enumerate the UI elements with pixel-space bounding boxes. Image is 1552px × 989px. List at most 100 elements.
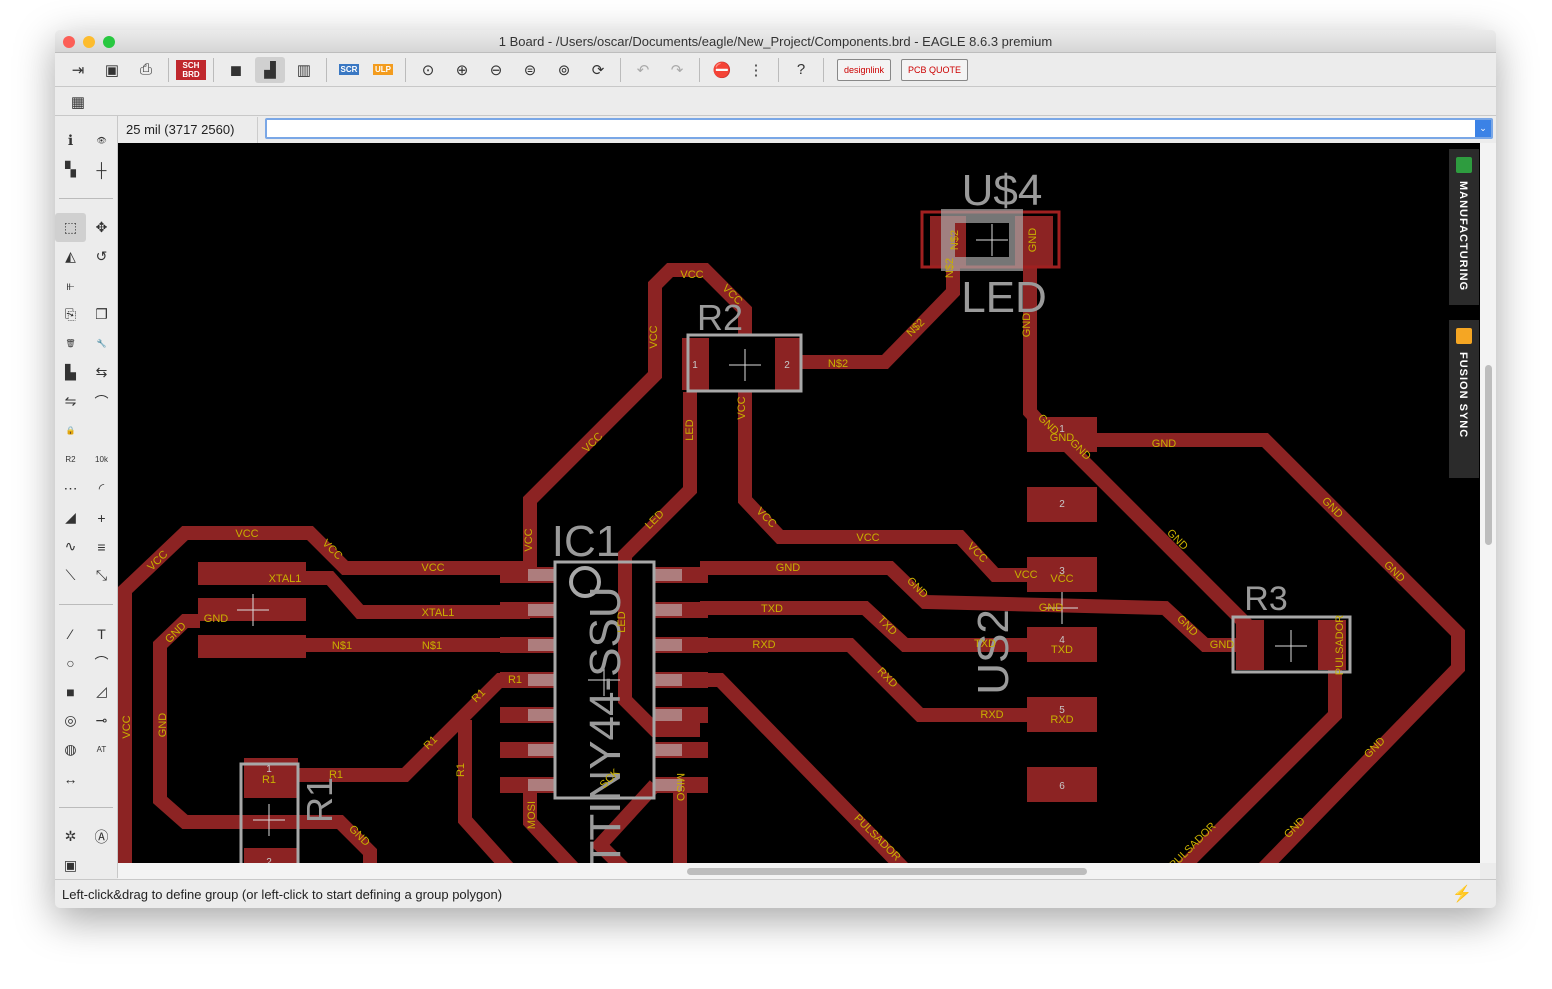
autorouter-icon[interactable]: Ⓐ <box>86 822 117 851</box>
designlink-button[interactable]: designlink <box>837 58 892 81</box>
command-history-dropdown[interactable]: ⌄ <box>1475 120 1491 137</box>
mirror-icon[interactable]: ◭ <box>55 242 86 271</box>
group-icon[interactable]: ⬚ <box>55 213 86 242</box>
net-label: R1 <box>455 763 467 777</box>
rectangle-icon[interactable]: ■ <box>55 677 86 706</box>
pcb-quote-button[interactable]: PCB QUOTE <box>901 58 969 81</box>
arc-icon[interactable]: ⌒ <box>86 648 117 677</box>
net-label: VCC <box>421 562 444 574</box>
panel-tab-fusion-sync[interactable]: FUSION SYNC <box>1449 320 1479 478</box>
toolbar-separator <box>620 57 621 82</box>
show-icon[interactable]: 👁 <box>86 126 117 155</box>
zoom-in-icon: ⊕ <box>455 61 469 79</box>
minimize-button[interactable] <box>83 36 95 48</box>
zoom-button[interactable] <box>103 36 115 48</box>
signal-icon[interactable]: ⊸ <box>86 706 117 735</box>
net-label: MISO <box>674 773 686 802</box>
attribute-icon[interactable]: AT <box>86 735 117 764</box>
zoom-fit-icon: ⊙ <box>421 61 435 79</box>
align-icon[interactable]: ⫦ <box>55 271 86 300</box>
board-drawing: U$4LEDR2IC1R3R1US2ATTINY44-SSUVCCVCCVCC V… <box>118 166 1465 863</box>
drc-icon[interactable]: ▣ <box>55 851 86 880</box>
open-button[interactable]: ⇥ <box>63 57 93 83</box>
rotate-icon[interactable]: ↺ <box>86 242 117 271</box>
horizontal-scroll-thumb[interactable] <box>687 868 1087 875</box>
vertical-scroll-thumb[interactable] <box>1485 365 1492 545</box>
toolbar-separator <box>699 57 700 82</box>
manufacturing-button[interactable]: ▟ <box>255 56 285 83</box>
library-button[interactable]: ▥ <box>289 57 319 83</box>
go-button[interactable]: ⋮ <box>741 57 771 83</box>
text-icon[interactable]: T <box>86 619 117 648</box>
miter-icon[interactable]: ◜ <box>86 474 117 503</box>
command-line-input[interactable]: ⌄ <box>265 118 1493 139</box>
sch-brd-switch-button[interactable]: SCH BRD <box>176 57 206 83</box>
panel-tab-manufacturing[interactable]: MANUFACTURING <box>1449 149 1479 305</box>
save-button[interactable]: ▣ <box>97 57 127 83</box>
grid-icon[interactable]: ▦ <box>63 89 93 115</box>
cam-button[interactable]: ◼ <box>221 57 251 83</box>
zoom-last-button[interactable]: ⊚ <box>549 57 579 83</box>
pad-number: 6 <box>1059 781 1065 792</box>
meander-icon[interactable]: ∿ <box>55 532 86 561</box>
unroute-icon[interactable]: ⤡ <box>86 561 117 590</box>
paste-icon[interactable]: ❐ <box>86 300 117 329</box>
hole-icon[interactable]: ◍ <box>55 735 86 764</box>
move-icon[interactable]: ✥ <box>86 213 117 242</box>
toolbar-separator <box>326 57 327 82</box>
smash-icon[interactable]: ⋯ <box>55 474 86 503</box>
via-icon[interactable]: ◎ <box>55 706 86 735</box>
delete-icon[interactable]: 🗑 <box>55 329 86 358</box>
net-label: GND <box>1039 602 1064 614</box>
info-icon[interactable]: ℹ <box>55 126 86 155</box>
lock-icon[interactable]: 🔒 <box>55 416 86 445</box>
mark-icon[interactable]: ┼ <box>86 155 117 184</box>
net-label: R1 <box>262 774 276 786</box>
ratsnest-icon[interactable]: ✲ <box>55 822 86 851</box>
stop-button[interactable]: ⛔ <box>707 57 737 83</box>
toolbar-separator <box>823 57 824 82</box>
line-icon[interactable]: ⁄ <box>55 619 86 648</box>
split-icon[interactable]: ◢ <box>55 503 86 532</box>
title-bar: 1 Board - /Users/oscar/Documents/eagle/N… <box>55 30 1496 53</box>
redraw-button[interactable]: ⟳ <box>583 57 613 83</box>
component-name-u4: U$4 <box>962 166 1043 215</box>
layers-icon[interactable]: ▚ <box>55 155 86 184</box>
zoom-in-button[interactable]: ⊕ <box>447 57 477 83</box>
swap-icon[interactable]: ⇋ <box>55 387 86 416</box>
library-icon: ▥ <box>296 61 312 79</box>
redo-button[interactable]: ↷ <box>662 57 692 83</box>
zoom-select-button[interactable]: ⊜ <box>515 57 545 83</box>
ripup-icon[interactable]: ≡ <box>86 532 117 561</box>
lock-open-icon[interactable]: ⌒ <box>86 387 117 416</box>
net-label: XTAL1 <box>422 607 455 619</box>
ulp-button[interactable]: ULP <box>368 57 398 83</box>
pad-number: 1 <box>266 764 272 775</box>
optimize-icon[interactable]: + <box>86 503 117 532</box>
board-canvas[interactable]: U$4 LED R2 IC1 R3 R1 US2 ATTINY44-SSU VCC VCC VCC V… <box>118 143 1480 863</box>
close-button[interactable] <box>63 36 75 48</box>
script-button[interactable]: SCR <box>334 57 364 83</box>
copy-icon[interactable]: ⎘ <box>55 300 86 329</box>
add-icon[interactable]: ▙ <box>55 358 86 387</box>
open-icon: ⇥ <box>71 61 85 79</box>
dimension-icon[interactable]: ↔ <box>55 764 86 793</box>
wrench-icon[interactable]: 🔧 <box>86 329 117 358</box>
net-label: N$2 <box>828 358 848 370</box>
lightning-icon[interactable]: ⚡ <box>1452 880 1472 908</box>
circle-icon[interactable]: ○ <box>55 648 86 677</box>
name-icon[interactable]: R2 <box>55 445 86 474</box>
polygon-icon[interactable]: ◿ <box>86 677 117 706</box>
vertical-scrollbar[interactable] <box>1480 143 1496 863</box>
zoom-out-button[interactable]: ⊖ <box>481 57 511 83</box>
zoom-fit-button[interactable]: ⊙ <box>413 57 443 83</box>
print-button[interactable]: ⎙ <box>131 57 161 83</box>
replace-icon[interactable]: ⇆ <box>86 358 117 387</box>
undo-button[interactable]: ↶ <box>628 57 658 83</box>
net-label: N$2 <box>944 258 956 278</box>
route-icon[interactable]: ⟍ <box>55 561 86 590</box>
r3-pad <box>1236 620 1264 670</box>
horizontal-scrollbar[interactable] <box>118 863 1480 879</box>
help-button[interactable]: ? <box>786 57 816 83</box>
value-icon[interactable]: 10k <box>86 445 117 474</box>
